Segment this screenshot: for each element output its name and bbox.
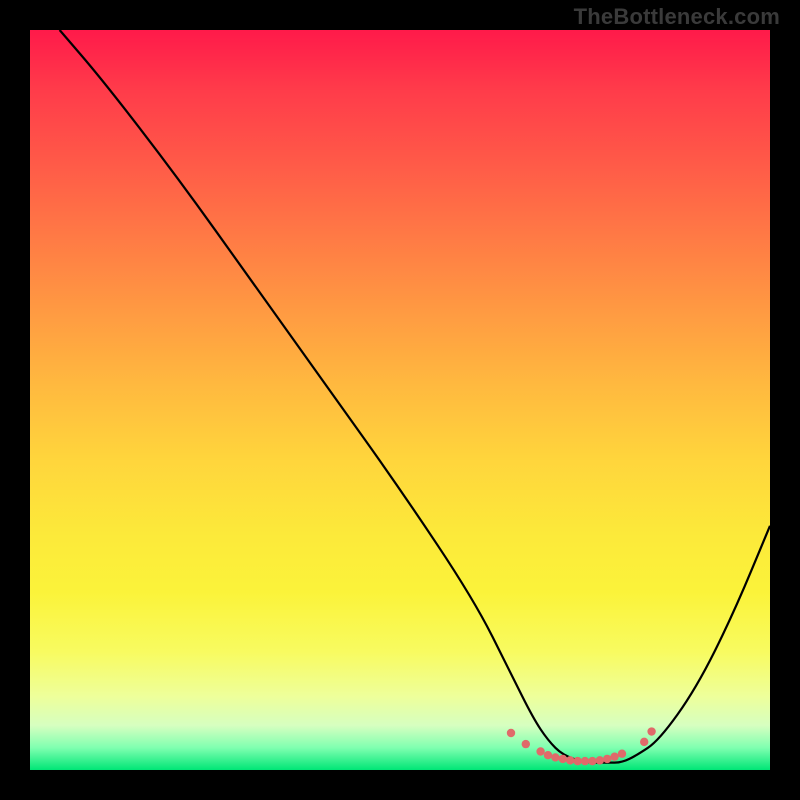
plot-area [30,30,770,770]
marker-dot [610,752,618,760]
marker-dot [618,750,626,758]
marker-dot [536,747,544,755]
marker-dot [588,757,596,765]
marker-dot [566,756,574,764]
marker-dot [647,727,655,735]
marker-dot [551,753,559,761]
marker-dot [640,738,648,746]
marker-dot [603,755,611,763]
marker-dot [596,756,604,764]
watermark-text: TheBottleneck.com [574,4,780,30]
marker-dot [507,729,515,737]
marker-dot [581,757,589,765]
chart-svg [30,30,770,770]
marker-group [507,727,656,765]
marker-dot [559,755,567,763]
marker-dot [522,740,530,748]
marker-dot [573,757,581,765]
chart-frame: TheBottleneck.com [0,0,800,800]
curve-path [60,30,770,763]
marker-dot [544,751,552,759]
